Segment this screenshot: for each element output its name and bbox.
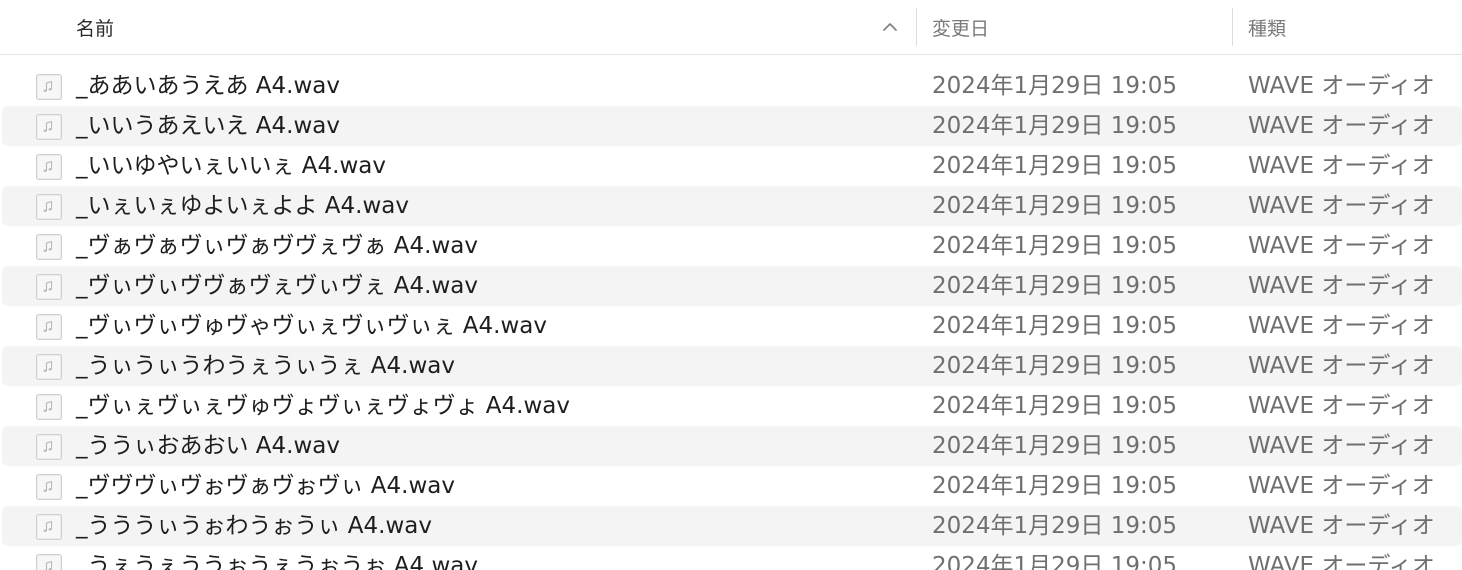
file-name: _ヴぃヴぃヴゅヴゃヴぃぇヴぃヴぃぇ A4.wav — [76, 313, 548, 339]
audio-file-icon — [35, 193, 63, 221]
file-kind: WAVE オーディオ — [1248, 273, 1435, 299]
file-kind: WAVE オーディオ — [1248, 193, 1435, 219]
file-modified-date: 2024年1月29日 19:05 — [932, 513, 1178, 539]
column-header-kind[interactable]: 種類 — [1248, 0, 1458, 54]
file-name: _いいうあえいえ A4.wav — [76, 113, 341, 139]
audio-file-icon — [35, 553, 63, 570]
file-kind: WAVE オーディオ — [1248, 473, 1435, 499]
file-modified-date: 2024年1月29日 19:05 — [932, 393, 1178, 419]
column-header-name[interactable]: 名前 — [76, 0, 911, 54]
audio-file-icon — [35, 513, 63, 541]
audio-file-icon — [35, 393, 63, 421]
column-divider[interactable] — [1232, 8, 1233, 46]
file-modified-date: 2024年1月29日 19:05 — [932, 313, 1178, 339]
file-row[interactable]: _ヴぃヴぃヴヴぁヴぇヴぃヴぇ A4.wav 2024年1月29日 19:05 WAV… — [0, 266, 1462, 306]
file-row[interactable]: _ヴぁヴぁヴぃヴぁヴヴぇヴぁ A4.wav 2024年1月29日 19:05 WAV… — [0, 226, 1462, 266]
column-divider[interactable] — [916, 8, 917, 46]
column-header-modified[interactable]: 変更日 — [932, 0, 1222, 54]
file-kind: WAVE オーディオ — [1248, 113, 1435, 139]
file-row[interactable]: _いいゆやいぇいいぇ A4.wav 2024年1月29日 19:05 WAVE オー… — [0, 146, 1462, 186]
file-name: _うぇうぇううぉうぇうぉうぉ A4.wav — [76, 553, 479, 570]
audio-file-icon — [35, 473, 63, 501]
file-kind: WAVE オーディオ — [1248, 353, 1435, 379]
audio-file-icon — [35, 313, 63, 341]
file-kind: WAVE オーディオ — [1248, 313, 1435, 339]
file-row[interactable]: _ヴぃヴぃヴゅヴゃヴぃぇヴぃヴぃぇ A4.wav 2024年1月29日 19:05… — [0, 306, 1462, 346]
file-row[interactable]: _うううぃうぉわうぉうぃ A4.wav 2024年1月29日 19:05 WAVE … — [0, 506, 1462, 546]
file-modified-date: 2024年1月29日 19:05 — [932, 153, 1178, 179]
chevron-up-icon[interactable] — [881, 19, 899, 35]
audio-file-icon — [35, 233, 63, 261]
file-name: _うぃうぃうわうぇうぃうぇ A4.wav — [76, 353, 456, 379]
file-list: _ああいあうえあ A4.wav 2024年1月29日 19:05 WAVE オーディ… — [0, 66, 1462, 570]
audio-file-icon — [35, 433, 63, 461]
audio-file-icon — [35, 273, 63, 301]
file-name: _ヴぃぇヴぃぇヴゅヴょヴぃぇヴょヴょ A4.wav — [76, 393, 571, 419]
file-row[interactable]: _うぇうぇううぉうぇうぉうぉ A4.wav 2024年1月29日 19:05 WAV… — [0, 546, 1462, 570]
file-kind: WAVE オーディオ — [1248, 553, 1435, 570]
file-modified-date: 2024年1月29日 19:05 — [932, 193, 1178, 219]
file-name: _ヴぁヴぁヴぃヴぁヴヴぇヴぁ A4.wav — [76, 233, 479, 259]
file-modified-date: 2024年1月29日 19:05 — [932, 433, 1178, 459]
file-name: _ヴヴヴぃヴぉヴぁヴぉヴぃ A4.wav — [76, 473, 456, 499]
file-modified-date: 2024年1月29日 19:05 — [932, 273, 1178, 299]
file-name: _いいゆやいぇいいぇ A4.wav — [76, 153, 387, 179]
file-modified-date: 2024年1月29日 19:05 — [932, 353, 1178, 379]
file-row[interactable]: _いいうあえいえ A4.wav 2024年1月29日 19:05 WAVE オーディ… — [0, 106, 1462, 146]
file-modified-date: 2024年1月29日 19:05 — [932, 113, 1178, 139]
file-kind: WAVE オーディオ — [1248, 153, 1435, 179]
file-modified-date: 2024年1月29日 19:05 — [932, 553, 1178, 570]
file-kind: WAVE オーディオ — [1248, 393, 1435, 419]
audio-file-icon — [35, 353, 63, 381]
file-name: _うううぃうぉわうぉうぃ A4.wav — [76, 513, 433, 539]
file-row[interactable]: _ヴヴヴぃヴぉヴぁヴぉヴぃ A4.wav 2024年1月29日 19:05 WAVE… — [0, 466, 1462, 506]
finder-list-view: 名前 変更日 種類 _ああいあうえあ A4.wav 2024年1月29日 19:0… — [0, 0, 1462, 570]
file-kind: WAVE オーディオ — [1248, 73, 1435, 99]
column-header-bar: 名前 変更日 種類 — [0, 0, 1462, 55]
audio-file-icon — [35, 73, 63, 101]
file-kind: WAVE オーディオ — [1248, 513, 1435, 539]
file-name: _ううぃおあおい A4.wav — [76, 433, 341, 459]
file-modified-date: 2024年1月29日 19:05 — [932, 473, 1178, 499]
audio-file-icon — [35, 113, 63, 141]
audio-file-icon — [35, 153, 63, 181]
file-kind: WAVE オーディオ — [1248, 433, 1435, 459]
file-kind: WAVE オーディオ — [1248, 233, 1435, 259]
file-row[interactable]: _いぇいぇゆよいぇよよ A4.wav 2024年1月29日 19:05 WAVE オ… — [0, 186, 1462, 226]
file-name: _いぇいぇゆよいぇよよ A4.wav — [76, 193, 410, 219]
file-row[interactable]: _ああいあうえあ A4.wav 2024年1月29日 19:05 WAVE オーディ… — [0, 66, 1462, 106]
file-name: _ヴぃヴぃヴヴぁヴぇヴぃヴぇ A4.wav — [76, 273, 479, 299]
file-row[interactable]: _ううぃおあおい A4.wav 2024年1月29日 19:05 WAVE オーディ… — [0, 426, 1462, 466]
file-name: _ああいあうえあ A4.wav — [76, 73, 341, 99]
file-modified-date: 2024年1月29日 19:05 — [932, 233, 1178, 259]
file-row[interactable]: _うぃうぃうわうぇうぃうぇ A4.wav 2024年1月29日 19:05 WAVE… — [0, 346, 1462, 386]
file-modified-date: 2024年1月29日 19:05 — [932, 73, 1178, 99]
file-row[interactable]: _ヴぃぇヴぃぇヴゅヴょヴぃぇヴょヴょ A4.wav 2024年1月29日 19:0… — [0, 386, 1462, 426]
